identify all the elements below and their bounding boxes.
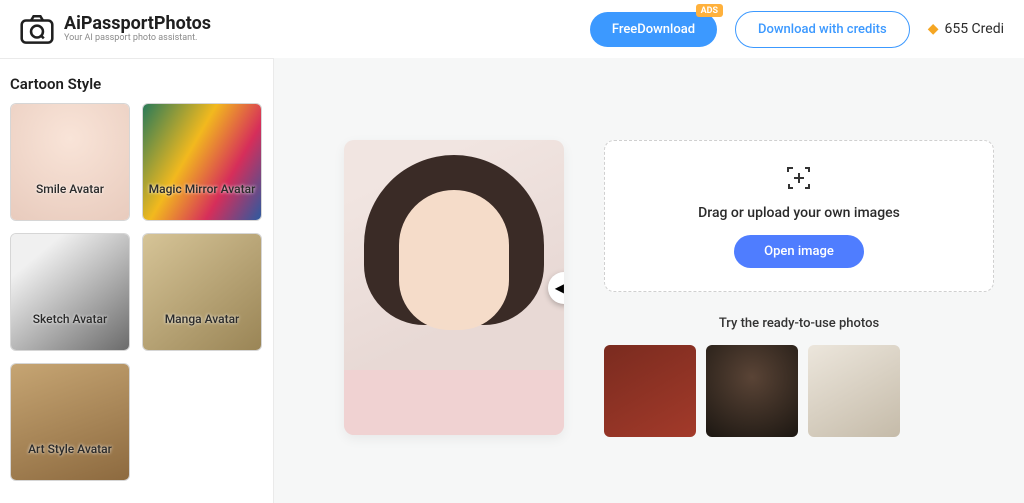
- free-download-label: FreeDownload: [612, 22, 695, 37]
- sample-photo-3[interactable]: [808, 345, 900, 437]
- scan-plus-icon: [786, 165, 812, 191]
- brand-subtitle: Your AI passport photo assistant.: [64, 34, 211, 44]
- samples-title: Try the ready-to-use photos: [604, 316, 994, 331]
- style-sidebar: Cartoon Style Smile Avatar Magic Mirror …: [0, 58, 274, 503]
- style-card-smile[interactable]: Smile Avatar: [10, 103, 130, 221]
- sample-photo-2[interactable]: [706, 345, 798, 437]
- preview-image: [344, 140, 564, 435]
- dropzone-text: Drag or upload your own images: [698, 205, 900, 221]
- credits-display[interactable]: ◆ 655 Credi: [928, 21, 1004, 37]
- camera-icon: [20, 13, 54, 45]
- upload-dropzone[interactable]: Drag or upload your own images Open imag…: [604, 140, 994, 292]
- download-with-credits-button[interactable]: Download with credits: [735, 11, 910, 48]
- style-label: Manga Avatar: [143, 312, 261, 326]
- sidebar-title: Cartoon Style: [10, 75, 263, 93]
- ads-badge: ADS: [696, 4, 723, 17]
- sample-photo-1[interactable]: [604, 345, 696, 437]
- open-image-button[interactable]: Open image: [734, 235, 864, 268]
- style-thumb: [11, 104, 129, 220]
- style-thumb: [143, 104, 261, 220]
- brand-title: AiPassportPhotos: [64, 14, 211, 34]
- style-card-magic-mirror[interactable]: Magic Mirror Avatar: [142, 103, 262, 221]
- style-thumb: [11, 364, 129, 480]
- style-card-manga[interactable]: Manga Avatar: [142, 233, 262, 351]
- style-label: Sketch Avatar: [11, 312, 129, 326]
- preview-panel: ◀▶: [344, 140, 564, 435]
- style-label: Art Style Avatar: [11, 442, 129, 456]
- credits-value: 655 Credi: [944, 21, 1004, 37]
- style-thumb: [143, 234, 261, 350]
- style-thumb: [11, 234, 129, 350]
- free-download-button[interactable]: FreeDownload ADS: [590, 12, 717, 47]
- style-label: Magic Mirror Avatar: [143, 182, 261, 196]
- style-card-art-style[interactable]: Art Style Avatar: [10, 363, 130, 481]
- sample-row: [604, 345, 994, 437]
- style-label: Smile Avatar: [11, 182, 129, 196]
- style-card-sketch[interactable]: Sketch Avatar: [10, 233, 130, 351]
- diamond-icon: ◆: [928, 21, 939, 37]
- brand-logo[interactable]: AiPassportPhotos Your AI passport photo …: [20, 13, 211, 45]
